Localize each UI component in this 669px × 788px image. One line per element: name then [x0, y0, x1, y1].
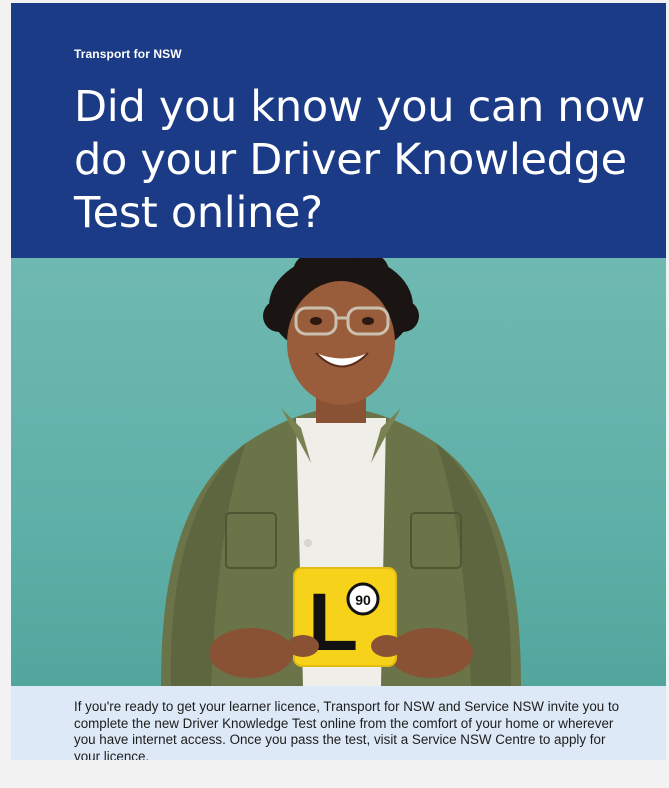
person-illustration: L 90	[161, 258, 521, 686]
article-card: Transport for NSW Did you know you can n…	[11, 3, 666, 760]
intro-text: If you're ready to get your learner lice…	[74, 699, 620, 760]
plate-speed: 90	[355, 592, 371, 608]
publisher-label: Transport for NSW	[74, 47, 182, 61]
headline: Did you know you can now do your Driver …	[74, 82, 646, 238]
hero-image: L 90	[11, 258, 666, 686]
header-banner: Transport for NSW Did you know you can n…	[11, 3, 666, 258]
intro-section: If you're ready to get your learner lice…	[11, 686, 666, 760]
